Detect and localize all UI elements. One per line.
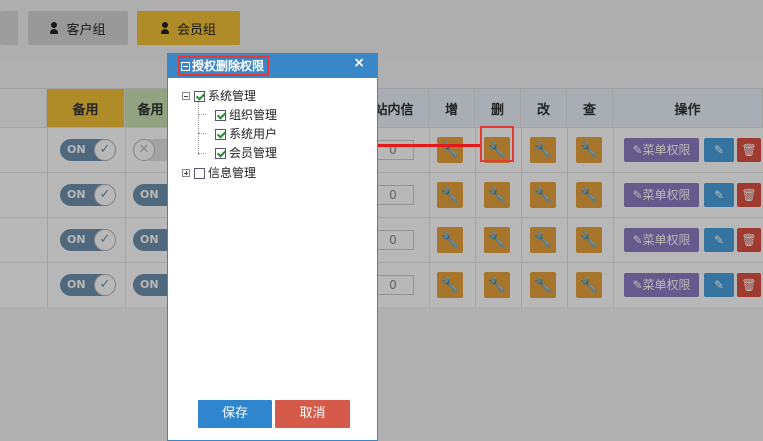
tree-connector xyxy=(198,100,199,155)
checkbox-info-mgmt[interactable] xyxy=(194,167,205,179)
tree-connector xyxy=(198,114,206,115)
save-button[interactable]: 保存 xyxy=(198,400,272,428)
tree-node-info-mgmt[interactable]: 信息管理 xyxy=(182,165,256,181)
tree-label-info-mgmt: 信息管理 xyxy=(208,166,257,180)
checkbox-member-mgmt[interactable] xyxy=(215,147,226,159)
tree-connector xyxy=(198,153,206,154)
tree-connector xyxy=(198,133,206,134)
expand-icon[interactable] xyxy=(182,169,190,177)
checkbox-org-mgmt[interactable] xyxy=(215,109,226,121)
dialog-title-highlight: 授权删除权限 xyxy=(178,56,270,76)
tree-label-system-mgmt: 系统管理 xyxy=(208,89,257,103)
permission-dialog: 授权删除权限 × 系统管理 组织管理 系统用户 会员管理 信息管理 保存 取消 xyxy=(167,53,378,441)
modal-overlay xyxy=(0,0,763,441)
dialog-header: 授权删除权限 × xyxy=(168,54,377,78)
collapse-icon[interactable] xyxy=(182,92,190,100)
tree-node-member-mgmt[interactable]: 会员管理 xyxy=(215,145,277,161)
cancel-button[interactable]: 取消 xyxy=(275,400,350,428)
minimize-icon[interactable] xyxy=(181,61,190,71)
tree-label-org-mgmt: 组织管理 xyxy=(229,108,278,122)
tree-node-org-mgmt[interactable]: 组织管理 xyxy=(215,107,277,123)
tree-label-system-user: 系统用户 xyxy=(229,127,278,141)
tree-node-system-mgmt[interactable]: 系统管理 xyxy=(182,88,256,104)
delete-permission-highlight xyxy=(480,126,514,162)
close-icon[interactable]: × xyxy=(353,55,365,71)
tree-node-system-user[interactable]: 系统用户 xyxy=(215,126,277,142)
tree-label-member-mgmt: 会员管理 xyxy=(229,146,278,160)
checkbox-system-user[interactable] xyxy=(215,128,226,140)
dialog-title: 授权删除权限 xyxy=(192,59,265,73)
checkbox-system-mgmt[interactable] xyxy=(194,90,205,102)
